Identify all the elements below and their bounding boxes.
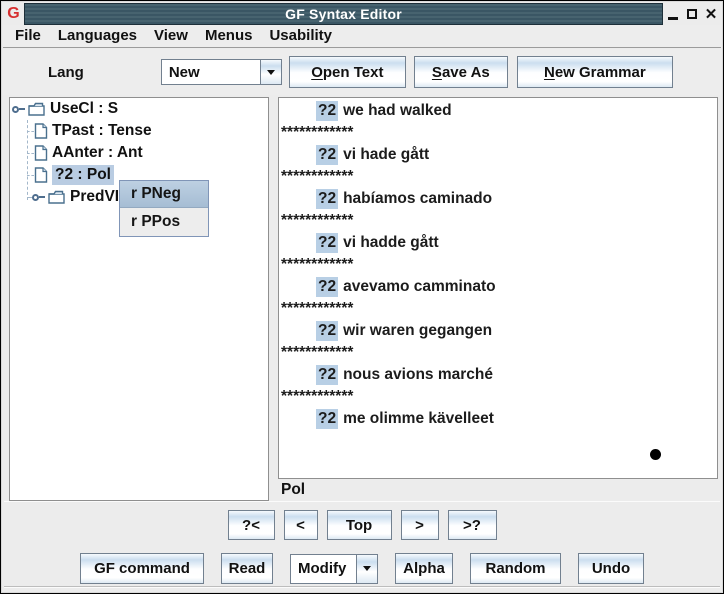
- new-grammar-button[interactable]: New Grammar: [517, 56, 673, 88]
- focus-marker[interactable]: ?2: [316, 189, 338, 209]
- focus-marker[interactable]: ?2: [316, 365, 338, 385]
- gf-logo-icon: G: [7, 6, 19, 22]
- menu-menus[interactable]: Menus: [198, 25, 263, 47]
- window-controls: ✕: [663, 3, 721, 25]
- top-button[interactable]: Top: [327, 510, 392, 540]
- menu-file[interactable]: File: [8, 25, 51, 47]
- output-entry[interactable]: ?2wir waren gegangen: [279, 320, 717, 342]
- modify-combobox-arrow[interactable]: [356, 555, 377, 583]
- window-title: GF Syntax Editor: [285, 6, 402, 22]
- prev-node-button[interactable]: <: [284, 510, 318, 540]
- tree-connector: [27, 153, 34, 154]
- output-separator: ************: [279, 210, 717, 232]
- chevron-down-icon: [363, 566, 371, 571]
- tree-node-label: AAnter : Ant: [52, 144, 143, 162]
- output-separator: ************: [279, 122, 717, 144]
- output-separator: ************: [279, 298, 717, 320]
- focus-marker[interactable]: ?2: [316, 145, 338, 165]
- modify-combobox-value: Modify: [291, 555, 356, 583]
- next-metavariable-button[interactable]: >?: [448, 510, 497, 540]
- menu-languages[interactable]: Languages: [51, 25, 147, 47]
- menu-usability[interactable]: Usability: [262, 25, 342, 47]
- panel-divider: [4, 586, 720, 588]
- maximize-icon: [687, 9, 697, 19]
- tree-node-label: PredVI: [70, 188, 119, 206]
- lang-combobox-arrow[interactable]: [260, 60, 281, 84]
- popup-item-ppos[interactable]: r PPos: [120, 208, 208, 235]
- popup-item-pneg[interactable]: r PNeg: [120, 181, 208, 208]
- titlebar[interactable]: G GF Syntax Editor ✕: [3, 3, 721, 25]
- output-separator: ************: [279, 166, 717, 188]
- tree-node-tpast[interactable]: TPast : Tense: [10, 120, 268, 142]
- tree-node-label-selected: ?2 : Pol: [52, 165, 114, 185]
- navigation-row: ?< < Top > >?: [1, 510, 723, 540]
- panel-divider: [4, 501, 720, 502]
- save-as-button[interactable]: Save As: [414, 56, 508, 88]
- gf-command-button[interactable]: GF command: [80, 553, 204, 584]
- tree-expand-handle-icon[interactable]: [12, 106, 25, 113]
- app-window: G GF Syntax Editor ✕ File Languages View…: [0, 0, 724, 594]
- close-icon: ✕: [705, 7, 718, 22]
- tree-node-label: UseCl : S: [50, 100, 118, 118]
- lang-label: Lang: [48, 64, 84, 81]
- menu-view[interactable]: View: [147, 25, 198, 47]
- output-entry[interactable]: ?2me olimme kävelleet: [279, 408, 717, 430]
- folder-icon: [28, 102, 46, 116]
- read-button[interactable]: Read: [221, 553, 273, 584]
- output-separator: ************: [279, 342, 717, 364]
- toolbar: Lang New Open Text Save As New Grammar: [3, 49, 721, 95]
- tree-node-aanter[interactable]: AAnter : Ant: [10, 142, 268, 164]
- tree-expand-handle-icon[interactable]: [32, 194, 45, 201]
- maximize-button[interactable]: [686, 7, 698, 21]
- output-entry[interactable]: ?2habíamos caminado: [279, 188, 717, 210]
- output-entry[interactable]: ?2vi hadde gått: [279, 232, 717, 254]
- alpha-button[interactable]: Alpha: [395, 553, 453, 584]
- tree-node-label: TPast : Tense: [52, 122, 152, 140]
- syntax-tree-panel[interactable]: UseCl : S TPast : Tense AAnter : Ant ?2 …: [9, 97, 269, 501]
- tree-connector: [27, 131, 34, 132]
- chevron-down-icon: [267, 70, 275, 75]
- open-text-button[interactable]: Open Text: [289, 56, 406, 88]
- tree-connector: [27, 175, 34, 176]
- minimize-icon: [668, 17, 678, 20]
- linearization-output-panel[interactable]: ?2we had walked ************ ?2vi hade g…: [278, 97, 718, 479]
- app-logo: G: [3, 3, 24, 25]
- undo-button[interactable]: Undo: [578, 553, 644, 584]
- command-row: GF command Read Modify Alpha Random Undo: [1, 553, 723, 584]
- output-entry[interactable]: ?2nous avions marché: [279, 364, 717, 386]
- prev-metavariable-button[interactable]: ?<: [228, 510, 275, 540]
- focus-marker[interactable]: ?2: [316, 409, 338, 429]
- tree-connector: [27, 120, 28, 200]
- close-button[interactable]: ✕: [705, 7, 717, 21]
- modify-combobox[interactable]: Modify: [290, 554, 378, 584]
- next-node-button[interactable]: >: [401, 510, 439, 540]
- random-button[interactable]: Random: [470, 553, 561, 584]
- file-icon: [34, 123, 48, 139]
- folder-icon: [48, 190, 66, 204]
- focus-marker[interactable]: ?2: [316, 321, 338, 341]
- minimize-button[interactable]: [667, 7, 679, 21]
- output-entry[interactable]: ?2we had walked: [279, 100, 717, 122]
- output-entry[interactable]: ?2avevamo camminato: [279, 276, 717, 298]
- status-category-label: Pol: [281, 481, 305, 499]
- titlebar-band: GF Syntax Editor: [24, 3, 663, 25]
- tree-node-usecl[interactable]: UseCl : S: [10, 98, 268, 120]
- focus-marker[interactable]: ?2: [316, 233, 338, 253]
- tree-connector: [27, 197, 32, 198]
- output-separator: ************: [279, 254, 717, 276]
- refinement-popup-menu: r PNeg r PPos: [119, 180, 209, 237]
- lang-combobox-value: New: [162, 60, 260, 84]
- menubar: File Languages View Menus Usability: [3, 25, 721, 48]
- file-icon: [34, 167, 48, 183]
- output-separator: ************: [279, 386, 717, 408]
- lang-combobox[interactable]: New: [161, 59, 282, 85]
- focus-marker[interactable]: ?2: [316, 277, 338, 297]
- output-entry[interactable]: ?2vi hade gått: [279, 144, 717, 166]
- file-icon: [34, 145, 48, 161]
- focus-marker[interactable]: ?2: [316, 101, 338, 121]
- cursor-dot: [650, 449, 661, 460]
